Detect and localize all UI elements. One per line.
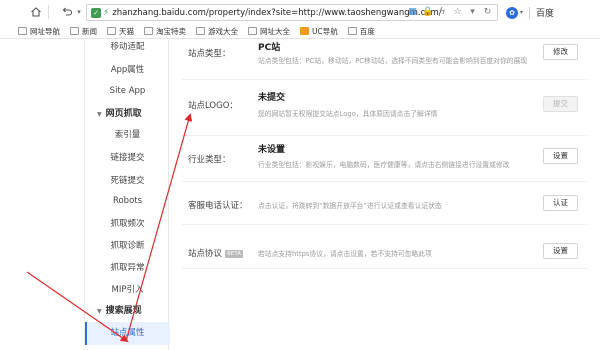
bookmark-label: 淘宝特卖	[156, 26, 186, 36]
search-engine-name[interactable]: 百度	[536, 6, 554, 19]
bookmark-label: 网址大全	[260, 26, 290, 36]
row-label: 站点LOGO：	[188, 101, 238, 111]
row-site-logo: 站点LOGO： 未提交 您的网站暂无权限提交站点Logo，具体原因请点击了解详情…	[182, 80, 587, 136]
row-description: 点击认证，将跳转到“数据开放平台”进行认证或查看认证状态	[258, 202, 442, 210]
search-separator	[529, 6, 531, 19]
modify-site-type-button[interactable]: 修改	[543, 44, 578, 60]
folder-icon	[107, 27, 116, 35]
row-label: 站点类型：	[188, 49, 231, 59]
sidebar-item-mobile-adaptation[interactable]: 移动适配	[85, 36, 170, 59]
sidebar-item-robots[interactable]: Robots	[85, 190, 170, 213]
bookmark-item[interactable]: 网址导航	[18, 26, 60, 37]
bookmark-item[interactable]: 游戏大全	[196, 26, 238, 37]
row-value: 未提交	[258, 93, 286, 103]
sidebar: 移动适配 App属性 Site App ▼ 网页抓取 索引量 链接提交 死链提交 …	[84, 40, 170, 350]
chevron-down-icon[interactable]: ▾	[520, 9, 523, 16]
address-bar-icons: ▦ 🔒 ϟ ☆ ▾ ↻	[407, 7, 493, 18]
folder-icon	[70, 27, 79, 35]
sidebar-item-mip[interactable]: MIP引入	[85, 279, 170, 302]
row-label: 行业类型：	[188, 155, 231, 165]
back-nav-spacer	[6, 4, 22, 20]
site-property-panel: 站点类型： PC站 站点类型包括：PC站，移动站，PC移动站，选择不同类型有可能…	[172, 40, 600, 350]
shield-icon[interactable]: ✓	[91, 7, 101, 18]
grid-icon[interactable]: ▦	[407, 7, 418, 18]
sidebar-item-crawl-error[interactable]: 抓取异常	[85, 257, 170, 280]
folder-icon	[347, 27, 357, 35]
folder-icon	[144, 27, 153, 35]
bookmark-label: 天猫	[119, 26, 134, 36]
verify-phone-button[interactable]: 认证	[543, 195, 578, 211]
bookmark-item[interactable]: UC导航	[300, 26, 338, 37]
bookmark-item[interactable]: 天猫	[107, 26, 134, 37]
bookmark-item[interactable]: 百度	[347, 26, 375, 37]
bookmark-item[interactable]: 淘宝特卖	[144, 26, 186, 37]
row-label: 站点协议 BETA	[188, 247, 243, 259]
row-site-type: 站点类型： PC站 站点类型包括：PC站，移动站，PC移动站，选择不同类型有可能…	[182, 40, 587, 80]
search-engine-selector[interactable]: ✿ ▾ 百度	[506, 4, 596, 21]
sidebar-item-index[interactable]: 索引量	[85, 124, 170, 147]
sidebar-group-label: 搜索展现	[105, 306, 142, 316]
triangle-down-icon: ▼	[97, 111, 102, 118]
submit-logo-button[interactable]: 提交	[543, 96, 578, 112]
bookmark-item[interactable]: 新闻	[70, 26, 97, 37]
sidebar-group-search-display[interactable]: ▼ 搜索展现	[85, 300, 170, 323]
lightning-icon[interactable]: ϟ	[437, 7, 448, 18]
row-description: 您的网站暂无权限提交站点Logo，具体原因请点击了解详情	[258, 110, 438, 118]
sidebar-item-link-submit[interactable]: 链接提交	[85, 147, 170, 170]
paw-icon[interactable]: ✿	[506, 6, 518, 19]
row-description: 站点类型包括：PC站，移动站，PC移动站，选择不同类型有可能会影响到百度对你的展…	[258, 57, 528, 65]
folder-icon	[18, 27, 27, 35]
sidebar-item-crawl-diagnosis[interactable]: 抓取诊断	[85, 235, 170, 258]
row-site-protocol: 站点协议 BETA 若站点支持https协议，请点击设置，若不支持可忽略此项 设置	[182, 225, 587, 269]
page-body: 移动适配 App属性 Site App ▼ 网页抓取 索引量 链接提交 死链提交 …	[0, 40, 600, 350]
uc-icon	[300, 27, 309, 35]
set-industry-button[interactable]: 设置	[543, 148, 578, 164]
sidebar-item-site-app[interactable]: Site App	[85, 80, 170, 103]
triangle-down-icon: ▼	[97, 308, 102, 315]
sidebar-group-crawl[interactable]: ▼ 网页抓取	[85, 103, 170, 126]
bolt-icon: ⚡	[103, 7, 110, 18]
lock-icon[interactable]: 🔒	[422, 7, 433, 18]
row-industry-type: 行业类型： 未设置 行业类型包括：影视娱乐，电脑数码，医疗健康等，请点击右侧链接…	[182, 136, 587, 182]
row-value: 未设置	[258, 145, 286, 155]
folder-icon	[248, 27, 257, 35]
toolbar-separator	[48, 5, 49, 19]
star-icon[interactable]: ☆	[452, 7, 463, 18]
row-value: PC站	[258, 43, 281, 53]
beta-badge: BETA	[225, 249, 243, 258]
bookmark-item[interactable]: 网址大全	[248, 26, 290, 37]
sidebar-item-app-property[interactable]: App属性	[85, 59, 170, 82]
home-icon[interactable]	[28, 4, 44, 20]
row-description: 行业类型包括：影视娱乐，电脑数码，医疗健康等，请点击右侧链接进行设置或修改	[258, 161, 510, 169]
left-gutter	[0, 40, 84, 350]
row-label: 客服电话认证：	[188, 201, 248, 211]
address-bar[interactable]: ✓ ⚡ zhanzhang.baidu.com/property/index?s…	[86, 4, 498, 21]
undo-icon[interactable]	[59, 4, 75, 20]
sidebar-group-label: 网页抓取	[105, 109, 142, 119]
chevron-down-icon[interactable]: ▾	[75, 4, 83, 20]
row-service-phone: 客服电话认证： 点击认证，将跳转到“数据开放平台”进行认证或查看认证状态 认证	[182, 182, 587, 225]
url-text[interactable]: zhanzhang.baidu.com/property/index?site=…	[112, 8, 441, 18]
bookmark-label: 新闻	[82, 26, 97, 36]
bookmark-label: 网址导航	[30, 26, 60, 36]
refresh-icon[interactable]: ↻	[482, 7, 493, 18]
set-protocol-button[interactable]: 设置	[543, 243, 578, 259]
bookmark-label: UC导航	[312, 26, 338, 36]
bookmark-label: 百度	[359, 26, 375, 36]
bookmark-label: 游戏大全	[208, 26, 238, 36]
folder-icon	[196, 27, 205, 35]
dropdown-icon[interactable]: ▾	[467, 7, 478, 18]
sidebar-item-crawl-frequency[interactable]: 抓取频次	[85, 213, 170, 236]
row-label-text: 站点协议	[188, 249, 223, 259]
row-description: 若站点支持https协议，请点击设置，若不支持可忽略此项	[258, 250, 432, 258]
sidebar-item-site-property[interactable]: 站点属性	[85, 322, 170, 345]
